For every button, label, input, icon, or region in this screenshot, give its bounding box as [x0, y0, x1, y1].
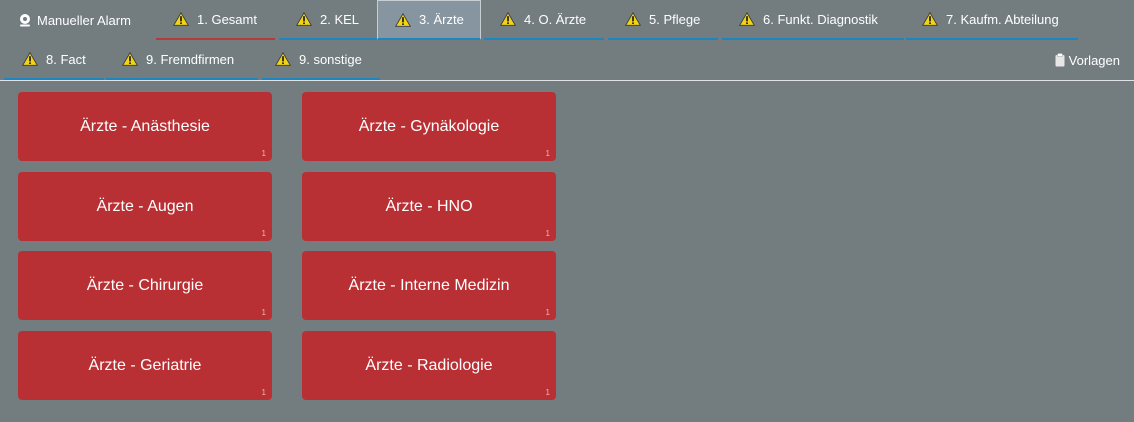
tab-pflege[interactable]: 5. Pflege: [608, 0, 718, 40]
warning-icon: [500, 12, 516, 26]
warning-icon: [922, 12, 938, 26]
alarm-label: Ärzte - Interne Medizin: [348, 276, 510, 294]
alarm-count: 1: [545, 229, 550, 238]
tab-label: 3. Ärzte: [419, 12, 464, 27]
tab-label: 9. Fremdfirmen: [146, 51, 235, 67]
warning-icon: [173, 12, 189, 26]
tab-fact[interactable]: 8. Fact: [4, 40, 104, 80]
tab-bar-divider: [0, 80, 1134, 81]
tab-label: 8. Fact: [46, 51, 86, 67]
alarm-button-radiologie[interactable]: Ärzte - Radiologie 1: [302, 331, 556, 400]
tab-label: 4. O. Ärzte: [524, 11, 587, 27]
tab-sonstige[interactable]: 9. sonstige: [262, 40, 380, 80]
tab-label: 9. sonstige: [299, 51, 362, 67]
clipboard-icon: [1055, 53, 1065, 67]
alarm-count: 1: [261, 229, 266, 238]
tab-label: Manueller Alarm: [37, 12, 131, 28]
alarm-label: Ärzte - Geriatrie: [88, 356, 202, 374]
vorlagen-button[interactable]: Vorlagen: [1055, 40, 1120, 80]
map-pin-icon: [20, 14, 30, 27]
warning-icon: [296, 12, 312, 26]
alarm-button-geriatrie[interactable]: Ärzte - Geriatrie 1: [18, 331, 272, 400]
warning-icon: [739, 12, 755, 26]
alarm-count: 1: [261, 149, 266, 158]
tab-label: 2. KEL: [320, 11, 360, 27]
alarm-count: 1: [261, 388, 266, 397]
tab-gesamt[interactable]: 1. Gesamt: [156, 0, 275, 40]
alarm-count: 1: [545, 308, 550, 317]
tab-label: 7. Kaufm. Abteilung: [946, 11, 1059, 27]
tab-manueller-alarm[interactable]: Manueller Alarm: [0, 0, 153, 40]
tab-aerzte[interactable]: 3. Ärzte: [377, 0, 481, 40]
tab-kaufm-abteilung[interactable]: 7. Kaufm. Abteilung: [906, 0, 1078, 40]
tab-label: 6. Funkt. Diagnostik: [763, 11, 878, 27]
alarm-count: 1: [261, 308, 266, 317]
warning-icon: [275, 52, 291, 66]
alarm-button-anaesthesie[interactable]: Ärzte - Anästhesie 1: [18, 92, 272, 161]
tab-kel[interactable]: 2. KEL: [279, 0, 377, 40]
tab-fremdfirmen[interactable]: 9. Fremdfirmen: [106, 40, 258, 80]
alarm-label: Ärzte - Anästhesie: [80, 117, 210, 135]
alarm-label: Ärzte - HNO: [385, 197, 473, 215]
tab-bar: Manueller Alarm 1. Gesamt 2. KEL 3. Ärzt…: [0, 0, 1134, 80]
alarm-button-gynaekologie[interactable]: Ärzte - Gynäkologie 1: [302, 92, 556, 161]
tab-o-aerzte[interactable]: 4. O. Ärzte: [484, 0, 604, 40]
warning-icon: [22, 52, 38, 66]
alarm-label: Ärzte - Chirurgie: [86, 276, 204, 294]
tab-label: 1. Gesamt: [197, 11, 257, 27]
alarm-label: Ärzte - Augen: [96, 197, 194, 215]
alarm-count: 1: [545, 388, 550, 397]
vorlagen-label: Vorlagen: [1068, 52, 1120, 68]
alarm-button-interne-medizin[interactable]: Ärzte - Interne Medizin 1: [302, 251, 556, 320]
warning-icon: [122, 52, 138, 66]
tab-funkt-diagnostik[interactable]: 6. Funkt. Diagnostik: [722, 0, 904, 40]
alarm-button-chirurgie[interactable]: Ärzte - Chirurgie 1: [18, 251, 272, 320]
alarm-label: Ärzte - Radiologie: [365, 356, 493, 374]
alarm-count: 1: [545, 149, 550, 158]
alarm-button-hno[interactable]: Ärzte - HNO 1: [302, 172, 556, 241]
tab-label: 5. Pflege: [649, 11, 701, 27]
alarm-label: Ärzte - Gynäkologie: [358, 117, 500, 135]
alarm-button-augen[interactable]: Ärzte - Augen 1: [18, 172, 272, 241]
warning-icon: [625, 12, 641, 26]
warning-icon: [395, 12, 411, 27]
